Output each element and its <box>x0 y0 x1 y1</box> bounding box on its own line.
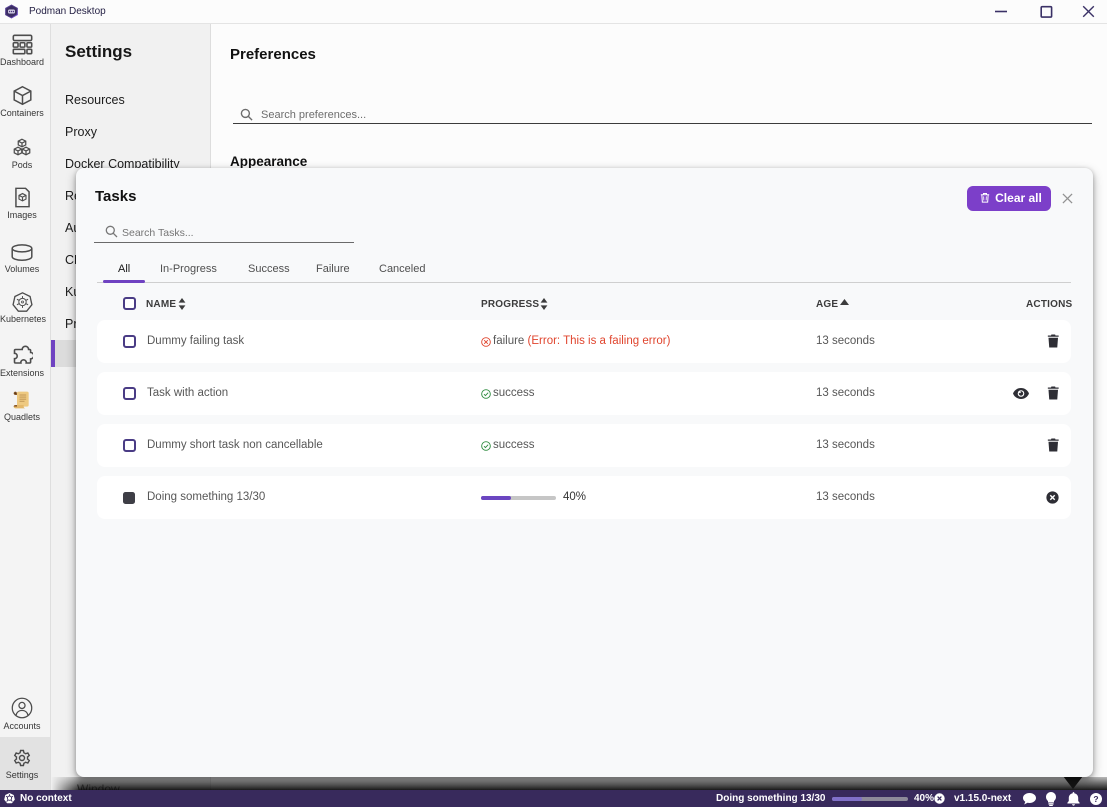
svg-text:?: ? <box>1093 794 1098 804</box>
